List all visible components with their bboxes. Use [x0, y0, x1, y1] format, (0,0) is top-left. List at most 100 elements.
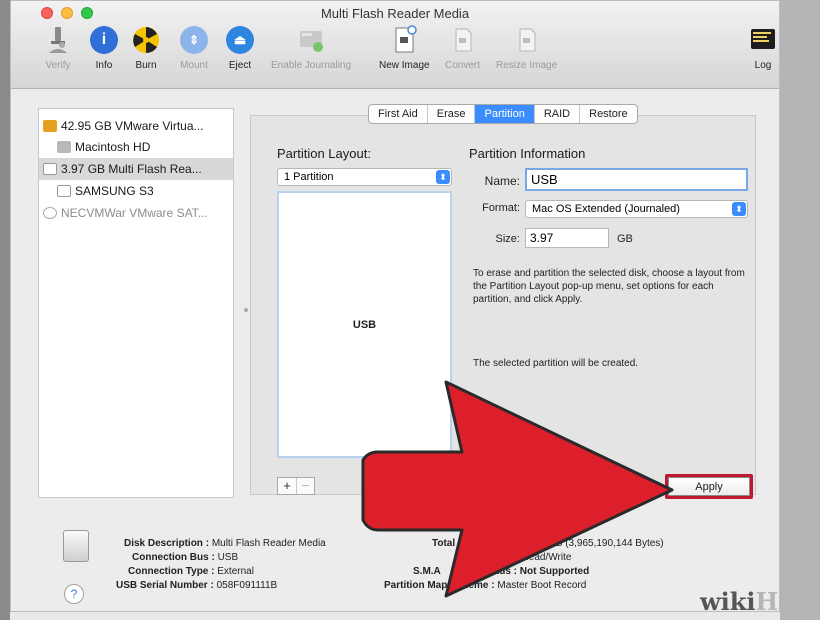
connection-type-label: Connection Type :	[128, 566, 215, 577]
verify-label: Verify	[45, 60, 71, 71]
sidebar-item-multi-flash-reader[interactable]: 3.97 GB Multi Flash Rea...	[39, 158, 233, 180]
connection-type-value: External	[217, 566, 254, 577]
tab-bar: First Aid Erase Partition RAID Restore	[368, 104, 638, 124]
smart-status-value: tatus : Not Supported	[487, 566, 590, 577]
size-unit: GB	[617, 233, 633, 245]
mount-icon: ⇕	[177, 23, 211, 57]
burn-label: Burn	[135, 60, 157, 71]
format-select[interactable]: Mac OS Extended (Journaled) ⬍	[525, 200, 748, 218]
size-label: Size:	[495, 233, 520, 245]
write-status-value: : Read/Write	[516, 552, 572, 563]
microscope-icon	[41, 23, 75, 57]
mount-label: Mount	[180, 60, 208, 71]
remove-partition-button[interactable]: −	[295, 478, 314, 494]
connection-bus-value: USB	[217, 552, 239, 563]
background-right	[780, 0, 820, 620]
serial-number-value: 058F091111B	[216, 580, 278, 591]
partition-information-title: Partition Information	[469, 146, 586, 161]
log-label: Log	[754, 60, 772, 71]
sidebar-item-vmware-disk[interactable]: 42.95 GB VMware Virtua...	[39, 115, 233, 137]
eject-label: Eject	[228, 60, 252, 71]
new-image-label: New Image	[379, 60, 430, 71]
convert-icon	[446, 23, 480, 57]
splitter-handle[interactable]	[244, 308, 248, 312]
partition-block-label: USB	[352, 318, 377, 331]
sidebar-item-label: NECVMWar VMware SAT...	[61, 206, 208, 220]
watermark-how: How	[755, 587, 815, 616]
wikihow-watermark: wikiHow	[700, 587, 815, 616]
optical-drive-icon	[43, 207, 57, 219]
disk-description-value: Multi Flash Reader Media	[211, 538, 326, 549]
burn-icon	[129, 23, 163, 57]
partition-name-input[interactable]: USB	[525, 168, 748, 191]
disk-list-sidebar: 42.95 GB VMware Virtua... Macintosh HD 3…	[38, 108, 234, 498]
window-title: Multi Flash Reader Media	[320, 6, 470, 21]
write-status-label: W	[458, 552, 468, 563]
partition-map-label: Partition Map Scheme :	[384, 580, 495, 591]
convert-label: Convert	[445, 60, 481, 71]
apply-button-highlight: Apply	[665, 474, 753, 499]
tab-erase[interactable]: Erase	[428, 105, 476, 123]
sidebar-item-label: Macintosh HD	[75, 140, 151, 154]
help-button[interactable]: ?	[64, 584, 84, 604]
tab-first-aid[interactable]: First Aid	[369, 105, 428, 123]
convert-button[interactable]: Convert	[445, 23, 480, 71]
info-button[interactable]: i Info	[87, 23, 121, 71]
watermark-wiki: wiki	[700, 587, 756, 616]
volume-icon	[57, 185, 71, 197]
partition-block[interactable]: USB	[279, 193, 450, 456]
total-capacity-label: Total	[432, 538, 456, 549]
partition-map-value: Master Boot Record	[497, 580, 587, 591]
partition-status: The selected partition will be created.	[473, 358, 639, 369]
partition-layout-select[interactable]: 1 Partition ⬍	[277, 168, 452, 186]
resize-image-button[interactable]: Resize Image	[496, 23, 557, 71]
resize-image-label: Resize Image	[496, 60, 558, 71]
verify-button[interactable]: Verify	[41, 23, 75, 71]
journaling-icon	[294, 23, 328, 57]
log-button[interactable]: Log	[746, 23, 780, 71]
burn-button[interactable]: Burn	[129, 23, 163, 71]
partition-instructions: To erase and partition the selected disk…	[473, 268, 745, 305]
name-label: Name:	[484, 174, 520, 188]
new-image-button[interactable]: New Image	[379, 23, 430, 71]
partition-size-input[interactable]: 3.97	[525, 228, 609, 248]
resize-image-icon	[510, 23, 544, 57]
background-left	[0, 0, 10, 620]
smart-status-label: S.M.A	[413, 566, 441, 577]
partition-layout-title: Partition Layout:	[277, 146, 371, 161]
tab-raid[interactable]: RAID	[535, 105, 581, 123]
enable-journaling-label: Enable Journaling	[271, 60, 352, 71]
log-icon	[746, 23, 780, 57]
add-partition-button[interactable]: +	[278, 478, 296, 494]
new-image-icon	[387, 23, 421, 57]
tab-partition[interactable]: Partition	[475, 105, 535, 123]
sidebar-item-necvmwar[interactable]: NECVMWar VMware SAT...	[39, 202, 233, 224]
info-icon: i	[87, 23, 121, 57]
hard-drive-icon	[43, 120, 57, 132]
partition-layout-value: 1 Partition	[284, 171, 334, 183]
sidebar-item-macintosh-hd[interactable]: Macintosh HD	[39, 136, 233, 158]
popup-arrows-icon: ⬍	[436, 170, 450, 184]
tab-restore[interactable]: Restore	[580, 105, 637, 123]
partition-layout-map: USB	[277, 191, 452, 458]
info-label: Info	[95, 60, 113, 71]
format-value: Mac OS Extended (Journaled)	[532, 203, 680, 215]
format-label: Format:	[482, 202, 520, 214]
sidebar-item-samsung-s3[interactable]: SAMSUNG S3	[39, 180, 233, 202]
usb-drive-icon	[43, 163, 57, 175]
apply-button[interactable]: Apply	[668, 477, 750, 496]
titlebar: Multi Flash Reader Media Verify i Info B…	[11, 1, 779, 89]
connection-bus-label: Connection Bus :	[132, 552, 215, 563]
disk-description-label: Disk Description :	[124, 538, 210, 549]
enable-journaling-button[interactable]: Enable Journaling	[271, 23, 351, 71]
volume-icon	[57, 141, 71, 153]
sidebar-item-label: 42.95 GB VMware Virtua...	[61, 119, 204, 133]
partition-add-remove: + −	[277, 477, 315, 495]
popup-arrows-icon: ⬍	[732, 202, 746, 216]
sidebar-item-label: SAMSUNG S3	[75, 184, 154, 198]
toolbar: Verify i Info Burn ⇕ Mount ⏏ Eject Enabl…	[41, 23, 775, 83]
mount-button[interactable]: ⇕ Mount	[177, 23, 211, 71]
eject-icon: ⏏	[223, 23, 257, 57]
eject-button[interactable]: ⏏ Eject	[223, 23, 257, 71]
disk-icon	[63, 530, 89, 562]
